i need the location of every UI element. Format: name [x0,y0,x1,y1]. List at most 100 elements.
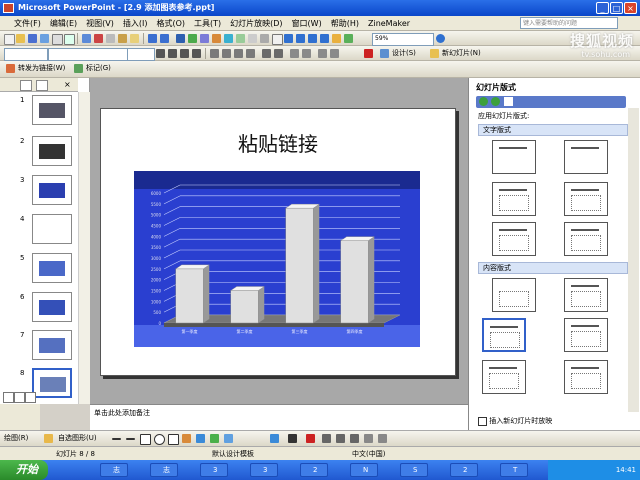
text-shadow-icon[interactable] [192,49,201,58]
menu-window[interactable]: 窗口(W) [292,18,322,29]
shadow-icon[interactable] [320,34,329,43]
arrow-icon[interactable] [126,438,135,440]
align-right-icon[interactable] [234,49,243,58]
draw-font-color-icon[interactable] [306,434,315,443]
increase-font-icon[interactable] [290,49,299,58]
slide-layout-option[interactable] [482,360,526,394]
line-color-icon[interactable] [288,434,297,443]
diagram-icon[interactable] [196,434,205,443]
autoshapes-menu[interactable]: 自选图形(U) [58,433,97,444]
slide-thumbnail[interactable] [32,95,72,125]
close-pane-icon[interactable]: × [64,80,71,89]
back-icon[interactable] [479,97,488,106]
copy-icon[interactable] [106,34,115,43]
insert-picture-icon[interactable] [224,34,233,43]
save-icon[interactable] [28,34,37,43]
format-painter-icon[interactable] [130,34,139,43]
mail-icon[interactable] [40,34,49,43]
justify-icon[interactable] [246,49,255,58]
forward-link-icon[interactable] [6,64,15,73]
line-icon[interactable] [112,438,121,440]
outline-tab-icon[interactable] [20,80,32,91]
wordart-icon[interactable] [182,434,191,443]
office-help-icon[interactable] [436,34,445,43]
slide-layout-option[interactable] [492,222,536,256]
textbox-icon[interactable] [168,434,179,445]
slide-layout-option[interactable] [492,278,536,312]
new-icon[interactable] [4,34,15,45]
redo-icon[interactable] [160,34,169,43]
zoom-icon[interactable] [344,34,353,43]
insert-wordart-icon[interactable] [212,34,221,43]
menu-insert[interactable]: 插入(I) [123,18,148,29]
start-button[interactable]: 开始 [0,460,48,480]
align-center-icon[interactable] [222,49,231,58]
insert-new-slide-checkbox[interactable]: 插入新幻灯片时放映 [478,416,552,426]
home-icon[interactable] [504,97,513,106]
chart-object[interactable]: 0 500 1000 1500 2000 2500 3000 3500 4000 4500 5000… [134,171,420,347]
slide-thumbnail[interactable] [32,214,72,244]
font-select[interactable] [48,48,128,61]
slide-thumbnail[interactable] [32,292,72,322]
style-select[interactable] [4,48,48,61]
tables-borders-icon[interactable] [200,34,209,43]
taskbar-item[interactable]: S [400,463,428,477]
menu-file[interactable]: 文件(F) [14,18,41,29]
powerpoint-app-icon[interactable] [3,3,14,13]
zoom-select[interactable]: 59% [372,33,434,46]
insert-chart-icon[interactable] [176,34,185,43]
normal-view-icon[interactable] [3,392,14,403]
menu-view[interactable]: 视图(V) [86,18,114,29]
slide-layout-option[interactable] [564,140,608,174]
bold-text-icon[interactable] [156,49,165,58]
underline-text-icon[interactable] [180,49,189,58]
bullets-icon[interactable] [274,49,283,58]
forward-link-button[interactable]: 转发为链接(W) [18,63,65,74]
slide-layout-option[interactable] [564,278,608,312]
menu-help[interactable]: 帮助(H) [331,18,359,29]
slide-layout-option[interactable] [564,360,608,394]
slides-tab-icon[interactable] [36,80,48,91]
taskbar-item[interactable]: 3 [250,463,278,477]
cut-icon[interactable] [94,34,103,43]
slide-layout-option[interactable] [482,318,526,352]
close-icon[interactable]: × [624,2,637,14]
taskbar-item[interactable]: T [500,463,528,477]
italic-text-icon[interactable] [168,49,177,58]
paste-icon[interactable] [118,34,127,43]
slide-layout-option[interactable] [564,182,608,216]
menu-edit[interactable]: 编辑(E) [50,18,77,29]
line-style-icon[interactable] [322,434,331,443]
numbering-icon[interactable] [262,49,271,58]
picture-icon[interactable] [224,434,233,443]
oval-icon[interactable] [154,434,165,445]
slide-sorter-icon[interactable] [14,392,25,403]
grid-icon[interactable] [260,34,269,43]
maximize-icon[interactable]: □ [610,2,623,14]
markup-icon[interactable] [74,64,83,73]
decrease-font-icon[interactable] [302,49,311,58]
align-left-icon[interactable] [210,49,219,58]
slide-layout-option[interactable] [492,140,536,174]
color-grayscale-icon[interactable] [272,34,283,45]
markup-button[interactable]: 标记(G) [86,63,111,74]
slide-thumbnail[interactable] [32,368,72,398]
print-icon[interactable] [52,34,63,45]
font-color-icon[interactable] [364,49,373,58]
italic-icon[interactable] [296,34,305,43]
design-icon[interactable] [380,49,389,58]
slides-panel-scrollbar[interactable] [78,92,90,404]
checkbox-icon[interactable] [478,416,487,426]
slide-layout-option[interactable] [564,222,608,256]
preview-icon[interactable] [64,34,75,45]
new-slide-button[interactable]: 新幻灯片(N) [442,48,481,59]
underline-icon[interactable] [308,34,317,43]
design-button[interactable]: 设计(S) [392,48,416,59]
notes-pane[interactable]: 单击此处添加备注 [90,404,468,430]
open-icon[interactable] [16,34,25,43]
menu-tools[interactable]: 工具(T) [194,18,221,29]
forward-icon[interactable] [491,97,500,106]
bold-icon[interactable] [284,34,293,43]
slide-thumbnail[interactable] [32,136,72,166]
help-icon[interactable] [332,34,341,43]
